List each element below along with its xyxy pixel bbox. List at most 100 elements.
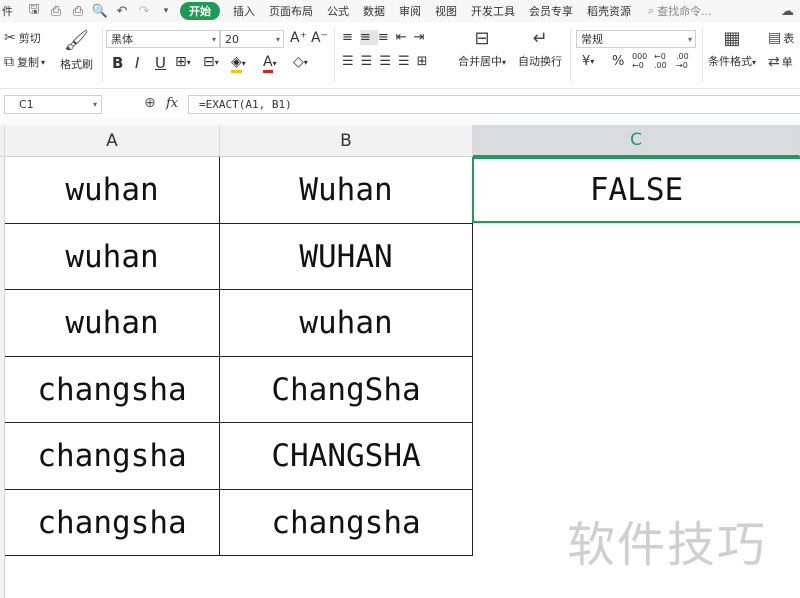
zoom-icon[interactable]: ⊕ — [144, 95, 156, 111]
italic-button[interactable]: I — [135, 54, 139, 72]
cell-a5[interactable]: changsha — [5, 423, 219, 489]
borders-button[interactable]: ⊞ ▾ — [175, 54, 191, 70]
font-color-button[interactable]: A ▾ — [263, 54, 277, 73]
cut-button[interactable]: ✂ 剪切 — [4, 30, 41, 46]
cell-b4[interactable]: ChangSha — [220, 357, 472, 422]
wrap-text-button[interactable]: ↵ 自动换行 — [518, 28, 562, 69]
font-name-select[interactable]: 黑体 ▾ — [106, 30, 220, 48]
cell-a1[interactable]: wuhan — [5, 157, 219, 223]
decrease-font-icon: A⁻ — [311, 30, 328, 46]
cell-b6[interactable]: changsha — [220, 490, 472, 555]
cell-style-button[interactable]: ⇄ 单 — [768, 54, 793, 70]
command-search[interactable]: ⌕ 查找命令... — [648, 3, 712, 19]
copy-button[interactable]: ⧉ 复制 ▾ — [4, 54, 45, 70]
column-header-c[interactable]: C — [473, 125, 800, 157]
percent-icon: % — [612, 54, 625, 69]
increase-font-button[interactable]: A⁺ — [290, 30, 307, 46]
ribbon-divider — [570, 28, 571, 82]
wrap-text-icon: ↵ — [532, 28, 548, 49]
export-pdf-icon[interactable]: ⎙ — [48, 3, 64, 19]
tab-home[interactable]: 开始 — [180, 2, 220, 20]
cell-a3[interactable]: wuhan — [5, 290, 219, 356]
cell-a4[interactable]: changsha — [5, 357, 219, 422]
thousands-separator-button[interactable]: 000 ←0 — [632, 52, 647, 70]
merge-center-button[interactable]: ⊟ 合并居中▾ — [458, 28, 506, 69]
chevron-down-icon: ▾ — [241, 59, 246, 68]
increase-font-icon: A⁺ — [290, 30, 307, 46]
undo-icon[interactable]: ↶ — [114, 3, 130, 19]
increase-decimal-button[interactable]: ←0.00 — [654, 52, 667, 70]
number-format-value: 常规 — [581, 33, 603, 46]
eraser-icon: ◇ — [293, 54, 304, 70]
tab-developer[interactable]: 开发工具 — [471, 3, 515, 19]
table-icon: ▤ — [768, 30, 782, 46]
tab-insert[interactable]: 插入 — [233, 3, 255, 19]
tab-formulas[interactable]: 公式 — [327, 3, 349, 19]
cut-label: 剪切 — [18, 32, 41, 45]
fill-style-button[interactable]: ⊟ ▾ — [203, 54, 219, 70]
cell-b3[interactable]: wuhan — [220, 290, 472, 356]
percent-button[interactable]: % — [612, 54, 624, 69]
print-icon[interactable]: ⎙ — [70, 3, 86, 19]
copy-label: 复制 — [17, 56, 39, 69]
font-size-value: 20 — [225, 32, 239, 46]
number-format-select[interactable]: 常规 ▾ — [576, 30, 696, 48]
tab-member[interactable]: 会员专享 — [529, 3, 573, 19]
horizontal-align-group[interactable]: ☰ ☰ ☰ ☰ ⊞ — [342, 54, 435, 69]
more-chevron-icon[interactable]: ▾ — [158, 3, 174, 19]
cloud-sync-icon[interactable]: ☁ — [781, 4, 794, 19]
tab-docer-resources[interactable]: 稻壳资源 — [587, 3, 631, 19]
save-icon[interactable]: 🖫 — [26, 2, 42, 19]
chevron-down-icon: ▾ — [214, 57, 219, 67]
tab-view[interactable]: 视图 — [435, 3, 457, 19]
align-top-icon: ≡ — [342, 30, 360, 45]
print-preview-icon[interactable]: 🔍 — [92, 3, 108, 19]
currency-icon: ¥ — [582, 54, 591, 69]
clear-button[interactable]: ◇ ▾ — [293, 54, 308, 70]
formula-bar: C1 ▾ ⊕ fx =EXACT(A1, B1) — [0, 92, 800, 119]
decrease-font-button[interactable]: A⁻ — [311, 30, 328, 46]
tab-page-layout[interactable]: 页面布局 — [269, 3, 313, 19]
name-box[interactable]: C1 ▾ — [4, 95, 102, 114]
redo-icon[interactable]: ↷ — [136, 3, 152, 19]
cell-b2[interactable]: WUHAN — [220, 224, 472, 289]
merge-center-label: 合并居中▾ — [458, 55, 507, 68]
insert-function-button[interactable]: fx — [166, 96, 178, 111]
conditional-format-label: 条件格式▾ — [708, 55, 757, 68]
underline-button[interactable]: U — [155, 54, 166, 72]
cell-reference: C1 — [19, 98, 34, 111]
currency-button[interactable]: ¥ ▾ — [582, 54, 594, 69]
cell-b1[interactable]: Wuhan — [220, 157, 472, 223]
active-cell-selection — [472, 157, 800, 223]
menu-file[interactable]: 件 — [2, 3, 13, 19]
grid-line — [5, 555, 473, 556]
borders-icon: ⊞ — [175, 54, 187, 70]
cell-a6[interactable]: changsha — [5, 490, 219, 555]
merge-cells-icon: ⊟ — [474, 28, 490, 49]
decrease-decimal-button[interactable]: .00 →0 — [676, 52, 689, 70]
fill-color-button[interactable]: ◈ ▾ — [231, 54, 246, 73]
bold-button[interactable]: B — [112, 54, 123, 72]
table-style-button[interactable]: ▤ 表 — [768, 30, 794, 46]
column-header-a[interactable]: A — [5, 125, 220, 157]
tab-review[interactable]: 审阅 — [399, 3, 421, 19]
format-painter-button[interactable]: 🖌 格式刷 — [60, 28, 93, 72]
vertical-align-group[interactable]: ≡ ≡ ≡ ⇤ ⇥ — [342, 30, 432, 45]
formula-text: =EXACT(A1, B1) — [199, 98, 292, 111]
font-size-select[interactable]: 20 ▾ — [220, 30, 284, 48]
chevron-down-icon: ▾ — [92, 100, 97, 109]
column-header-b[interactable]: B — [220, 125, 473, 157]
chevron-down-icon: ▾ — [211, 34, 216, 44]
cell-a2[interactable]: wuhan — [5, 224, 219, 289]
cell-style-icon: ⇄ — [768, 54, 780, 70]
bold-icon: B — [112, 54, 124, 72]
chevron-down-icon: ▾ — [687, 34, 692, 44]
formula-input[interactable]: =EXACT(A1, B1) — [188, 95, 800, 114]
command-search-placeholder: 查找命令... — [657, 5, 712, 18]
tab-data[interactable]: 数据 — [363, 3, 385, 19]
justify-icon: ☰ — [397, 54, 417, 69]
cell-b5[interactable]: CHANGSHA — [220, 423, 472, 489]
font-color-icon: A — [263, 54, 273, 73]
conditional-format-button[interactable]: ▦ 条件格式▾ — [708, 28, 756, 69]
align-right-icon: ☰ — [379, 54, 398, 69]
